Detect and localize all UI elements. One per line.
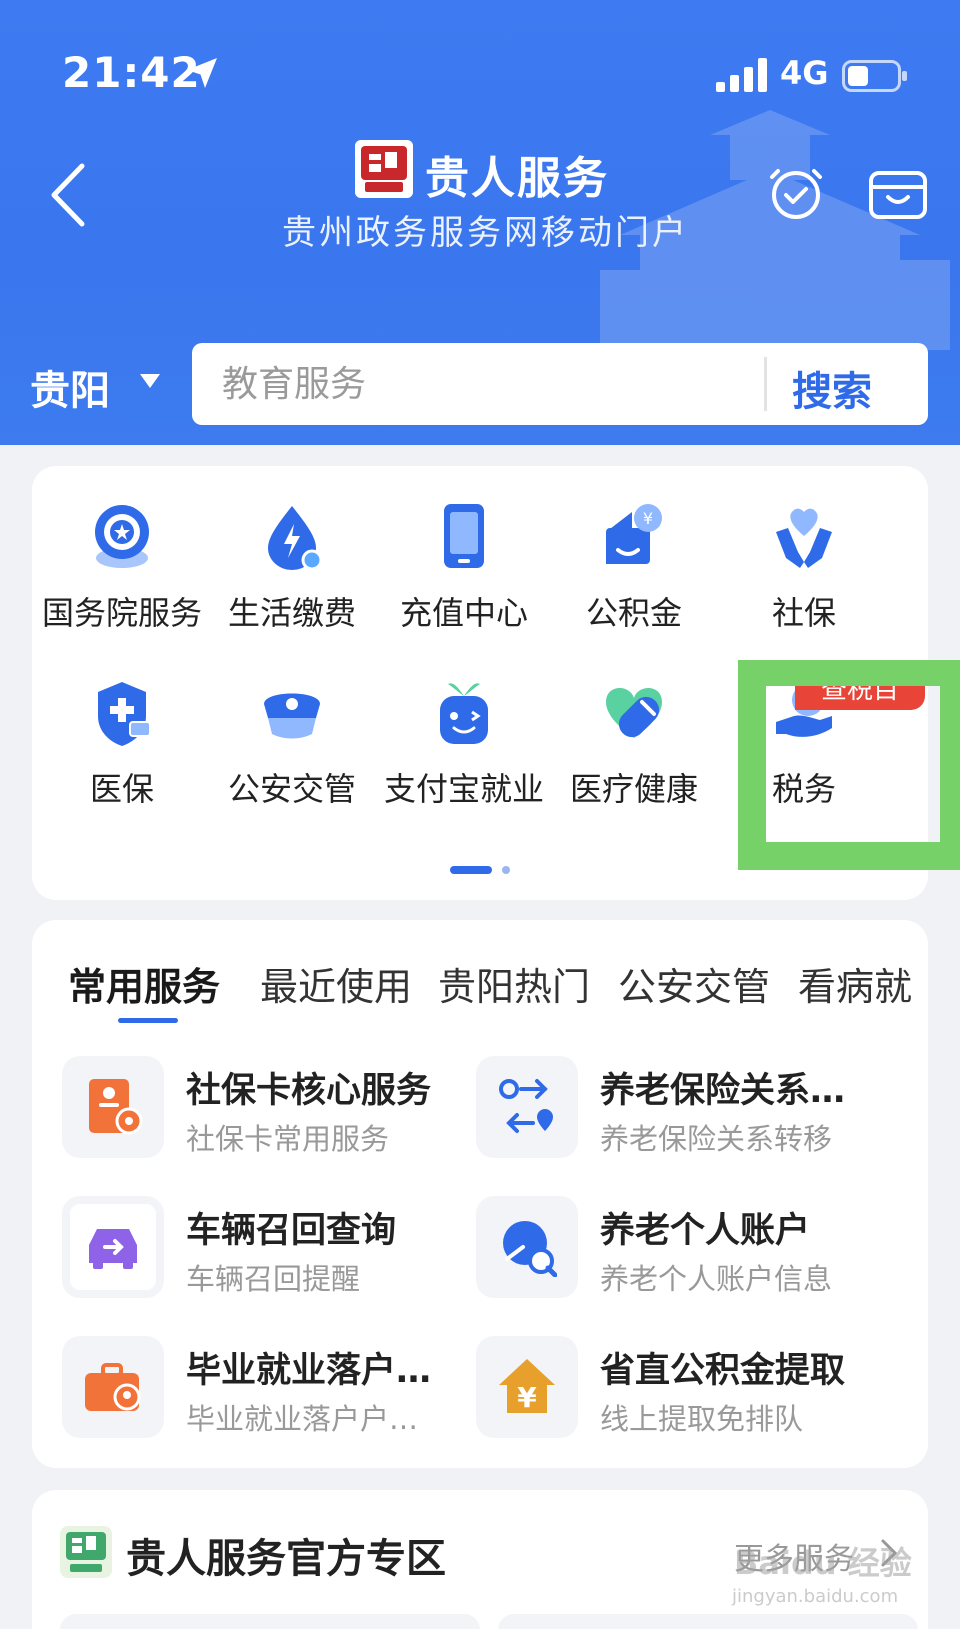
tab-common[interactable]: 常用服务: [68, 956, 220, 1011]
item-subtitle: 社保卡常用服务: [186, 1122, 390, 1156]
brand-logo-icon: [355, 140, 413, 198]
housing-fund-icon: ¥: [606, 504, 662, 564]
status-time: 21:42: [62, 48, 201, 97]
item-subtitle: 养老个人账户信息: [600, 1262, 833, 1296]
service-police-traffic[interactable]: 公安交管: [204, 678, 380, 838]
page-dot: [502, 866, 510, 874]
watermark-text: Baidu 经验: [734, 1544, 912, 1582]
card-wallet-icon[interactable]: [868, 165, 928, 221]
item-subtitle: 线上提取免排队: [600, 1402, 804, 1436]
city-selector[interactable]: 贵阳: [30, 358, 110, 416]
network-type: 4G: [780, 54, 829, 92]
zone-title: 贵人服务官方专区: [126, 1536, 446, 1582]
location-arrow-icon: [187, 58, 217, 88]
back-arrow-icon[interactable]: [44, 160, 94, 230]
service-label: 社保: [771, 594, 836, 632]
medical-insurance-icon: [98, 682, 151, 746]
service-housing-fund[interactable]: ¥ 公积金: [546, 502, 722, 662]
social-card-icon: [89, 1079, 143, 1135]
list-item-vehicle-recall[interactable]: 车辆召回查询 车辆召回提醒: [62, 1196, 482, 1306]
item-title: 养老个人账户: [600, 1211, 811, 1251]
tab-guiyang-hot[interactable]: 贵阳热门: [438, 956, 590, 1011]
utility-payment-icon: [268, 506, 323, 571]
watermark-url: jingyan.baidu.com: [732, 1586, 899, 1607]
search-button[interactable]: 搜索: [792, 359, 872, 417]
brand-title: 贵人服务: [425, 153, 609, 204]
service-utility-payment[interactable]: 生活缴费: [204, 502, 380, 662]
car-recall-icon: [89, 1229, 137, 1269]
service-label: 国务院服务: [41, 594, 202, 632]
employment-robot-icon: [440, 683, 488, 744]
service-label: 支付宝就业: [383, 770, 544, 808]
alarm-clock-icon[interactable]: [768, 165, 824, 221]
service-label: 生活缴费: [227, 594, 356, 632]
item-title: 养老保险关系…: [600, 1071, 846, 1111]
item-icon-tile: [62, 1056, 164, 1158]
tab-medical[interactable]: 看病就: [798, 956, 912, 1011]
service-label: 医疗健康: [569, 770, 698, 808]
item-icon-tile: [62, 1336, 164, 1438]
svg-text:¥: ¥: [517, 1381, 537, 1414]
item-icon-tile: [476, 1056, 578, 1158]
service-social-security[interactable]: 社保: [716, 502, 892, 662]
page-dot-active: [450, 866, 492, 874]
service-alipay-employment[interactable]: 支付宝就业: [376, 678, 552, 838]
tab-police-traffic[interactable]: 公安交管: [618, 956, 770, 1011]
transfer-route-icon: [499, 1079, 553, 1133]
battery-icon: [842, 60, 907, 92]
item-icon-tile: ¥: [476, 1336, 578, 1438]
service-state-council[interactable]: 国务院服务: [34, 502, 210, 662]
item-subtitle: 车辆召回提醒: [186, 1262, 361, 1296]
list-item-provident-fund[interactable]: ¥ 省直公积金提取 线上提取免排队: [476, 1336, 896, 1446]
zone-entry[interactable]: [60, 1614, 480, 1629]
tab-active-indicator: [118, 1018, 178, 1023]
tax-badge: 查税目: [795, 670, 925, 710]
status-bar: 21:42 4G: [0, 0, 960, 150]
brand-subtitle: 贵州政务服务网移动门户: [282, 213, 689, 253]
service-recharge-center[interactable]: 充值中心: [376, 502, 552, 662]
phone-recharge-icon: [444, 504, 484, 568]
health-pill-icon: [606, 687, 662, 738]
item-title: 省直公积金提取: [600, 1351, 846, 1391]
list-item-pension-transfer[interactable]: 养老保险关系… 养老保险关系转移: [476, 1056, 896, 1166]
tab-recent[interactable]: 最近使用: [260, 956, 412, 1011]
police-cap-icon: [264, 693, 320, 739]
zone-logo-icon: [60, 1526, 112, 1578]
service-medical-insurance[interactable]: 医保: [34, 678, 210, 838]
caret-down-icon[interactable]: [140, 374, 160, 388]
page-indicator: [450, 866, 510, 876]
search-divider: [764, 357, 767, 411]
svg-text:¥: ¥: [643, 509, 653, 528]
list-item-pension-account[interactable]: 养老个人账户 养老个人账户信息: [476, 1196, 896, 1306]
item-icon-tile: [476, 1196, 578, 1298]
social-security-icon: [776, 508, 832, 568]
service-medical-health[interactable]: 医疗健康: [546, 678, 722, 838]
service-label: 医保: [89, 770, 154, 808]
service-label: 税务: [771, 770, 836, 808]
item-icon-tile: [62, 1196, 164, 1298]
common-services-card: 常用服务 最近使用 贵阳热门 公安交管 看病就 社保卡核心服务 社保卡常用服务: [32, 920, 928, 1468]
service-label: 充值中心: [399, 594, 528, 632]
list-item-social-card[interactable]: 社保卡核心服务 社保卡常用服务: [62, 1056, 482, 1166]
state-council-icon: [95, 505, 149, 568]
search-bar: 搜索: [192, 343, 928, 425]
service-tabs: 常用服务 最近使用 贵阳热门 公安交管 看病就: [68, 956, 928, 1016]
house-yuan-icon: ¥: [499, 1359, 555, 1414]
list-item-graduate-settlement[interactable]: 毕业就业落户… 毕业就业落户户…: [62, 1336, 482, 1446]
service-label: 公积金: [585, 594, 682, 632]
brand: 贵人服务: [355, 138, 625, 204]
item-title: 毕业就业落户…: [186, 1351, 432, 1391]
item-title: 社保卡核心服务: [186, 1071, 432, 1111]
account-search-icon: [503, 1221, 557, 1277]
service-grid-card: 国务院服务 生活缴费 充值中心 ¥ 公积金 社保 医保 公安交管 支付宝就业 医…: [32, 466, 928, 900]
search-input[interactable]: [222, 361, 742, 407]
briefcase-location-icon: [85, 1363, 141, 1411]
item-subtitle: 毕业就业落户户…: [186, 1402, 419, 1436]
zone-entry[interactable]: [498, 1614, 918, 1629]
item-subtitle: 养老保险关系转移: [600, 1122, 833, 1156]
service-label: 公安交管: [227, 770, 356, 808]
item-title: 车辆召回查询: [186, 1211, 397, 1251]
app-header: 21:42 4G 贵人服务 贵州政务服务网移动门户 贵阳 教育服务 搜索: [0, 0, 960, 445]
signal-strength-icon: [716, 58, 767, 92]
